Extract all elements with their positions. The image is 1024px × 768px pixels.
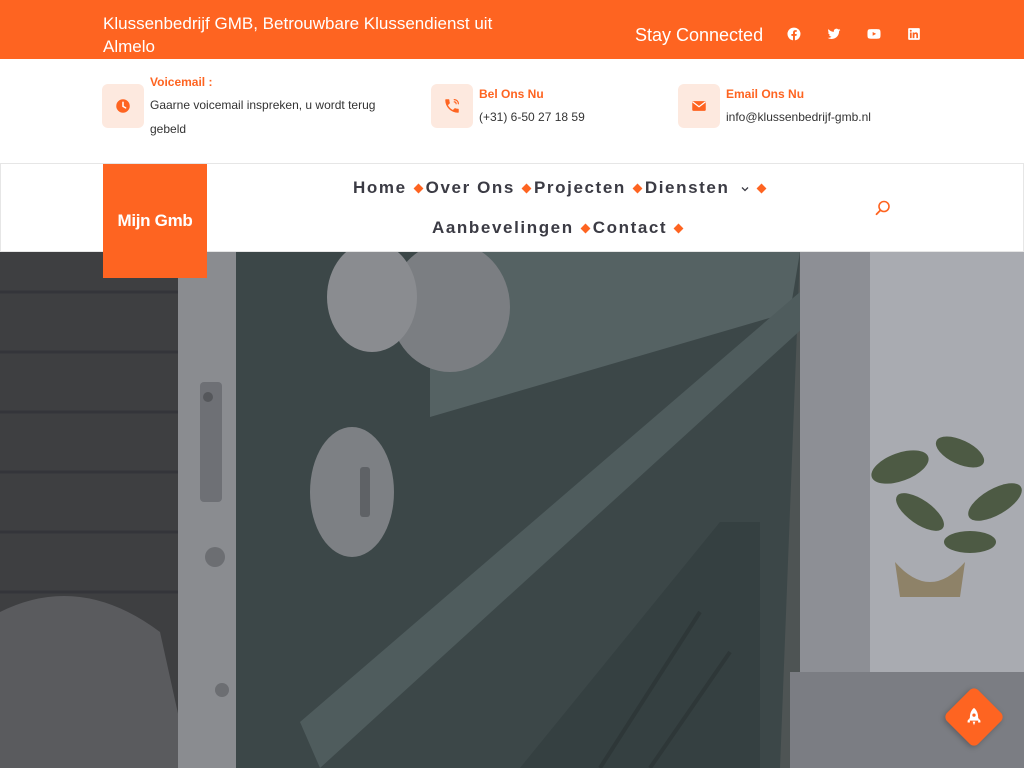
chevron-down-icon bbox=[741, 186, 749, 191]
nav-row-1: Home Over Ons Projecten Diensten bbox=[353, 178, 769, 198]
search-icon[interactable] bbox=[874, 199, 892, 217]
linkedin-icon[interactable] bbox=[906, 26, 922, 42]
site-logo[interactable]: Mijn Gmb bbox=[103, 164, 207, 278]
nav-diensten-label: Diensten bbox=[644, 178, 730, 197]
top-bar: Klussenbedrijf GMB, Betrouwbare Klussend… bbox=[0, 0, 1024, 59]
nav-separator bbox=[673, 223, 684, 233]
email-address[interactable]: info@klussenbedrijf-gmb.nl bbox=[726, 105, 871, 129]
nav-over-ons[interactable]: Over Ons bbox=[426, 178, 515, 198]
nav-separator bbox=[580, 223, 591, 233]
hero-image bbox=[0, 252, 1024, 768]
email-label: Email Ons Nu bbox=[726, 87, 805, 101]
voicemail-text: Gaarne voicemail inspreken, u wordt teru… bbox=[150, 98, 376, 136]
nav-home[interactable]: Home bbox=[353, 178, 407, 198]
nav-row-2: Aanbevelingen Contact bbox=[432, 218, 686, 238]
youtube-icon[interactable] bbox=[866, 26, 882, 42]
nav-contact[interactable]: Contact bbox=[593, 218, 667, 238]
envelope-icon bbox=[678, 84, 720, 128]
phone-number[interactable]: (+31) 6-50 27 18 59 bbox=[479, 105, 585, 129]
stay-connected-label: Stay Connected bbox=[635, 25, 764, 45]
nav-diensten[interactable]: Diensten bbox=[645, 178, 750, 198]
nav-projecten[interactable]: Projecten bbox=[534, 178, 626, 198]
rocket-icon bbox=[967, 707, 981, 726]
nav-separator bbox=[413, 183, 424, 193]
facebook-icon[interactable] bbox=[786, 26, 802, 42]
twitter-icon[interactable] bbox=[826, 26, 842, 42]
nav-separator bbox=[756, 183, 767, 193]
call-label: Bel Ons Nu bbox=[479, 87, 544, 101]
nav-aanbevelingen[interactable]: Aanbevelingen bbox=[432, 218, 574, 238]
site-tagline: Klussenbedrijf GMB, Betrouwbare Klussend… bbox=[103, 14, 493, 56]
contact-info-bar: Voicemail : Gaarne voicemail inspreken, … bbox=[0, 59, 1024, 155]
phone-icon bbox=[431, 84, 473, 128]
clock-icon bbox=[102, 84, 144, 128]
nav-separator bbox=[632, 183, 643, 193]
voicemail-label: Voicemail : bbox=[150, 75, 213, 89]
door-photo bbox=[0, 252, 1024, 768]
nav-separator bbox=[521, 183, 532, 193]
